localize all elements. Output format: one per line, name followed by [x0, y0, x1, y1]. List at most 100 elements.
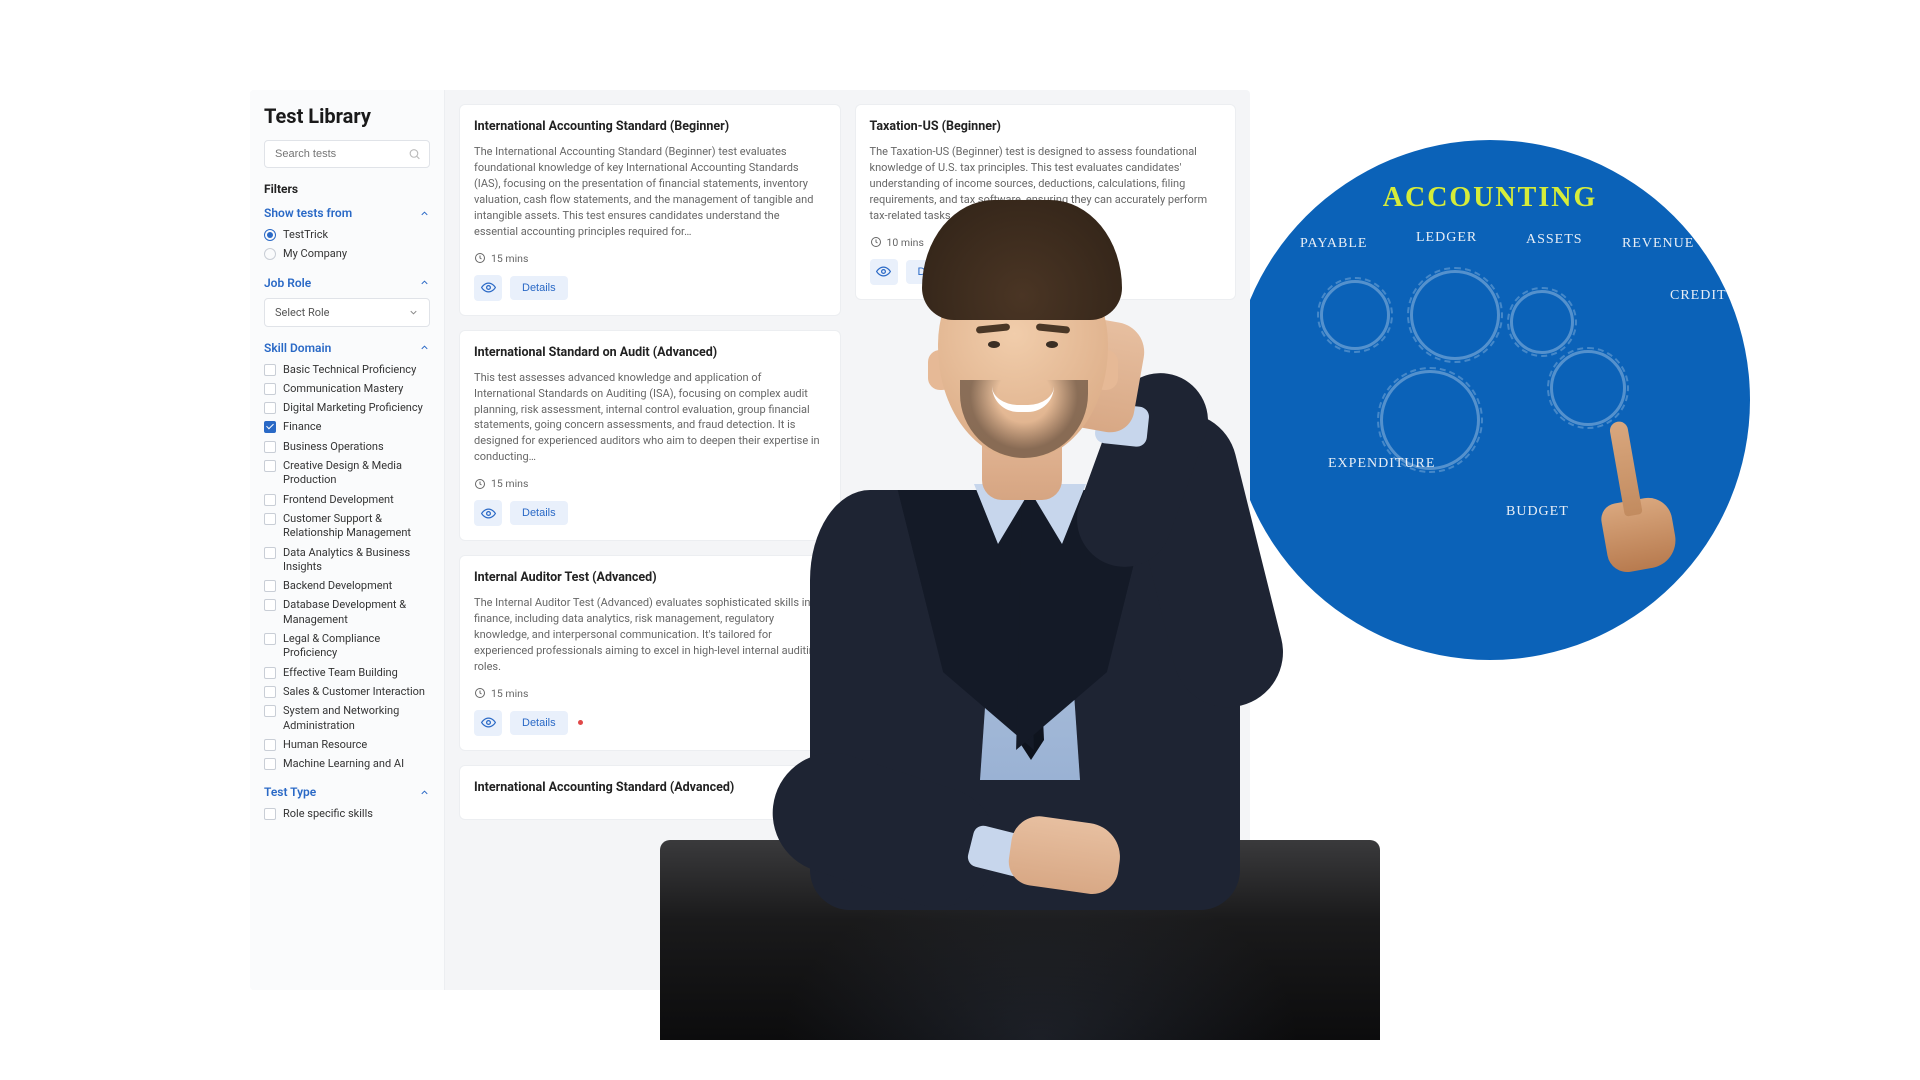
preview-button[interactable]	[474, 710, 502, 736]
clock-icon	[474, 252, 486, 264]
checkbox-icon	[264, 441, 276, 453]
filter-title-label: Test Type	[264, 785, 316, 799]
radio-my-company[interactable]: My Company	[264, 247, 430, 261]
search-input[interactable]	[264, 140, 430, 168]
filter-title-job-role[interactable]: Job Role	[264, 276, 430, 290]
test-type-item[interactable]: Role specific skills	[264, 807, 430, 821]
chevron-up-icon	[419, 787, 430, 798]
chalk-label-ledger: LEDGER	[1416, 230, 1477, 246]
skill-domain-item[interactable]: Frontend Development	[264, 493, 430, 507]
radio-icon	[264, 248, 276, 260]
skill-domain-item[interactable]: Finance	[264, 420, 430, 434]
skill-domain-item[interactable]: Legal & Compliance Proficiency	[264, 632, 430, 661]
checkbox-icon	[264, 705, 276, 717]
chalk-label-budget: BUDGET	[1506, 504, 1569, 520]
radio-icon	[264, 229, 276, 241]
checkbox-icon	[264, 758, 276, 770]
eye-icon	[481, 280, 496, 295]
skill-domain-item[interactable]: System and Networking Administration	[264, 704, 430, 733]
checkbox-icon	[264, 580, 276, 592]
checkbox-label: Role specific skills	[283, 807, 373, 821]
chalk-label-assets: ASSETS	[1526, 232, 1583, 248]
chevron-up-icon	[419, 342, 430, 353]
checkbox-label: Digital Marketing Proficiency	[283, 401, 423, 415]
skill-domain-item[interactable]: Backend Development	[264, 579, 430, 593]
details-button[interactable]: Details	[510, 501, 568, 525]
chevron-up-icon	[419, 277, 430, 288]
checkbox-icon	[264, 808, 276, 820]
skill-domain-item[interactable]: Business Operations	[264, 440, 430, 454]
chevron-down-icon	[408, 307, 419, 318]
checkbox-icon	[264, 513, 276, 525]
checkbox-label: Communication Mastery	[283, 382, 403, 396]
chevron-up-icon	[419, 208, 430, 219]
filter-title-show-from[interactable]: Show tests from	[264, 206, 430, 220]
checkbox-label: Frontend Development	[283, 493, 394, 507]
filter-title-label: Skill Domain	[264, 341, 331, 355]
filter-title-test-type[interactable]: Test Type	[264, 785, 430, 799]
eye-icon	[481, 715, 496, 730]
checkbox-label: System and Networking Administration	[283, 704, 430, 733]
chalk-label-credit: CREDIT	[1670, 288, 1727, 304]
eye-icon	[481, 506, 496, 521]
checkbox-icon	[264, 547, 276, 559]
search-icon	[408, 148, 421, 161]
details-button[interactable]: Details	[510, 711, 568, 735]
checkbox-label: Machine Learning and AI	[283, 757, 404, 771]
page-title: Test Library	[264, 104, 430, 128]
filter-title-label: Show tests from	[264, 206, 352, 220]
checkbox-icon	[264, 402, 276, 414]
checkbox-label: Backend Development	[283, 579, 392, 593]
pointing-hand-graphic	[1565, 412, 1705, 608]
checkbox-icon	[264, 667, 276, 679]
skill-domain-item[interactable]: Sales & Customer Interaction	[264, 685, 430, 699]
filter-job-role: Job Role Select Role	[264, 276, 430, 327]
checkbox-icon	[264, 421, 276, 433]
filter-title-label: Job Role	[264, 276, 311, 290]
checkbox-icon	[264, 599, 276, 611]
checkbox-label: Sales & Customer Interaction	[283, 685, 425, 699]
accounting-title: ACCOUNTING	[1383, 182, 1597, 214]
checkbox-label: Effective Team Building	[283, 666, 398, 680]
skill-domain-item[interactable]: Digital Marketing Proficiency	[264, 401, 430, 415]
businessman-graphic	[700, 60, 1340, 1040]
duration-text: 15 mins	[491, 477, 528, 490]
checkbox-label: Legal & Compliance Proficiency	[283, 632, 430, 661]
select-role[interactable]: Select Role	[264, 298, 430, 327]
clock-icon	[474, 687, 486, 699]
radio-testtrick[interactable]: TestTrick	[264, 228, 430, 242]
checkbox-icon	[264, 739, 276, 751]
search-wrap	[264, 140, 430, 168]
filter-test-type: Test Type Role specific skills	[264, 785, 430, 821]
sidebar: Test Library Filters Show tests from Tes…	[250, 90, 445, 990]
skill-domain-item[interactable]: Data Analytics & Business Insights	[264, 546, 430, 575]
details-button[interactable]: Details	[510, 276, 568, 300]
skill-domain-item[interactable]: Effective Team Building	[264, 666, 430, 680]
checkbox-icon	[264, 364, 276, 376]
checkbox-icon	[264, 494, 276, 506]
skill-domain-item[interactable]: Communication Mastery	[264, 382, 430, 396]
checkbox-label: Data Analytics & Business Insights	[283, 546, 430, 575]
alert-dot-icon	[578, 720, 583, 725]
skill-domain-item[interactable]: Machine Learning and AI	[264, 757, 430, 771]
duration-text: 15 mins	[491, 252, 528, 265]
filter-title-skill-domain[interactable]: Skill Domain	[264, 341, 430, 355]
checkbox-label: Database Development & Management	[283, 598, 430, 627]
preview-button[interactable]	[474, 500, 502, 526]
checkbox-icon	[264, 686, 276, 698]
checkbox-label: Creative Design & Media Production	[283, 459, 430, 488]
skill-domain-item[interactable]: Basic Technical Proficiency	[264, 363, 430, 377]
checkbox-label: Basic Technical Proficiency	[283, 363, 416, 377]
filters-heading: Filters	[264, 182, 430, 196]
skill-domain-item[interactable]: Human Resource	[264, 738, 430, 752]
preview-button[interactable]	[474, 275, 502, 301]
skill-domain-item[interactable]: Database Development & Management	[264, 598, 430, 627]
checkbox-label: Customer Support & Relationship Manageme…	[283, 512, 430, 541]
checkbox-label: Finance	[283, 420, 321, 434]
checkbox-label: Human Resource	[283, 738, 367, 752]
checkbox-icon	[264, 460, 276, 472]
chalk-label-revenue: REVENUE	[1622, 236, 1694, 252]
skill-domain-item[interactable]: Customer Support & Relationship Manageme…	[264, 512, 430, 541]
skill-domain-item[interactable]: Creative Design & Media Production	[264, 459, 430, 488]
checkbox-icon	[264, 633, 276, 645]
